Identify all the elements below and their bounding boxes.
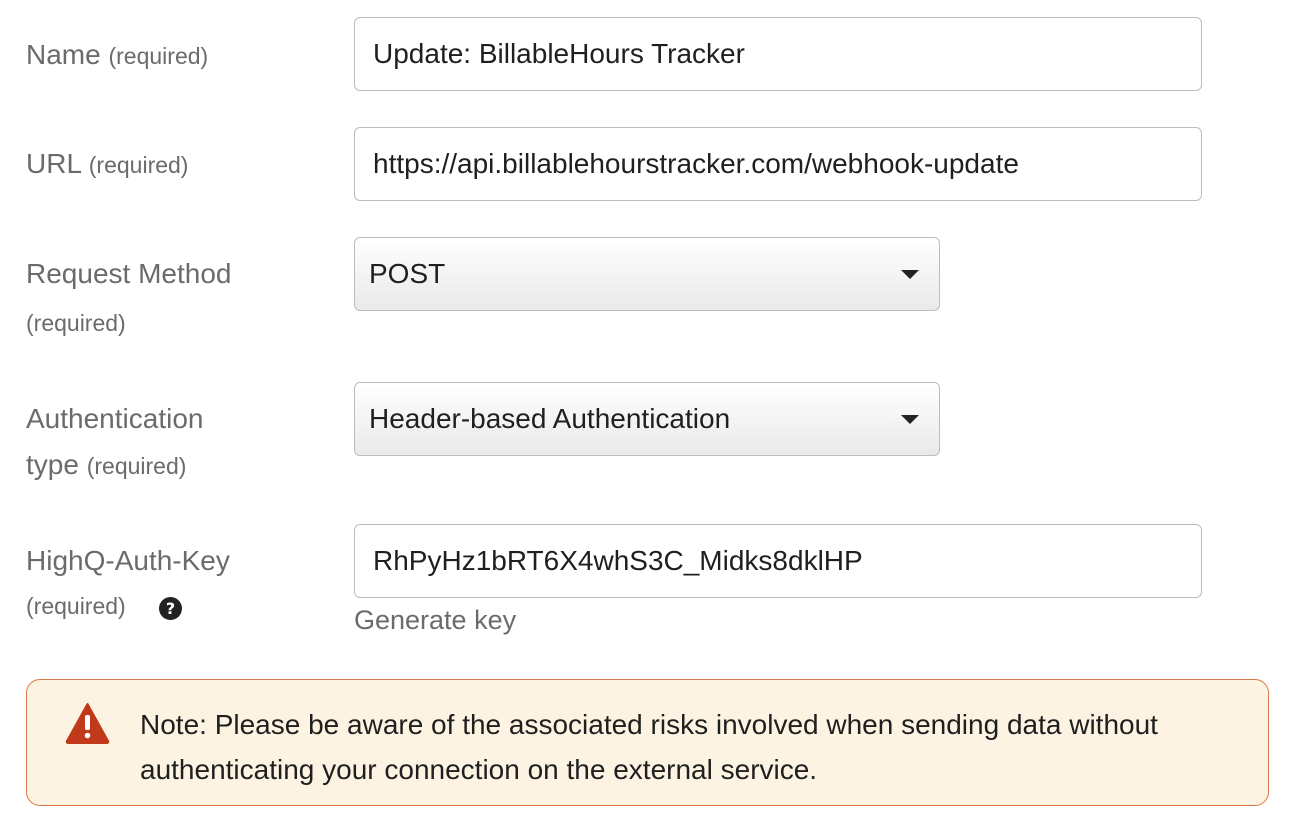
generate-key-link[interactable]: Generate key [354, 605, 516, 636]
chevron-down-icon [901, 414, 919, 424]
auth-type-label: Authentication [26, 403, 204, 434]
name-required-label: (required) [108, 43, 209, 69]
warning-triangle-icon [65, 703, 110, 744]
name-label: Name (required) [26, 39, 209, 70]
request-method-label: Request Method [26, 258, 232, 289]
auth-type-select[interactable]: Header-based Authentication [354, 382, 940, 456]
url-required-label: (required) [88, 152, 189, 178]
request-method-value: POST [369, 258, 446, 289]
request-method-select[interactable]: POST [354, 237, 940, 311]
name-input[interactable] [354, 17, 1202, 91]
warning-text: Note: Please be aware of the associated … [140, 709, 1158, 785]
auth-type-value: Header-based Authentication [369, 403, 731, 434]
auth-key-required-label: (required) [26, 593, 126, 619]
auth-key-label: HighQ-Auth-Key [26, 545, 230, 576]
warning-box: Note: Please be aware of the associated … [26, 679, 1269, 806]
request-method-required-label: (required) [26, 310, 126, 336]
chevron-down-icon [901, 269, 919, 279]
url-input[interactable] [354, 127, 1202, 201]
auth-type-required-label: (required) [86, 453, 187, 479]
auth-key-input[interactable] [354, 524, 1202, 598]
question-circle-icon[interactable]: ? [159, 597, 182, 620]
auth-type-label-line2: type (required) [26, 449, 187, 480]
url-label: URL (required) [26, 148, 189, 179]
